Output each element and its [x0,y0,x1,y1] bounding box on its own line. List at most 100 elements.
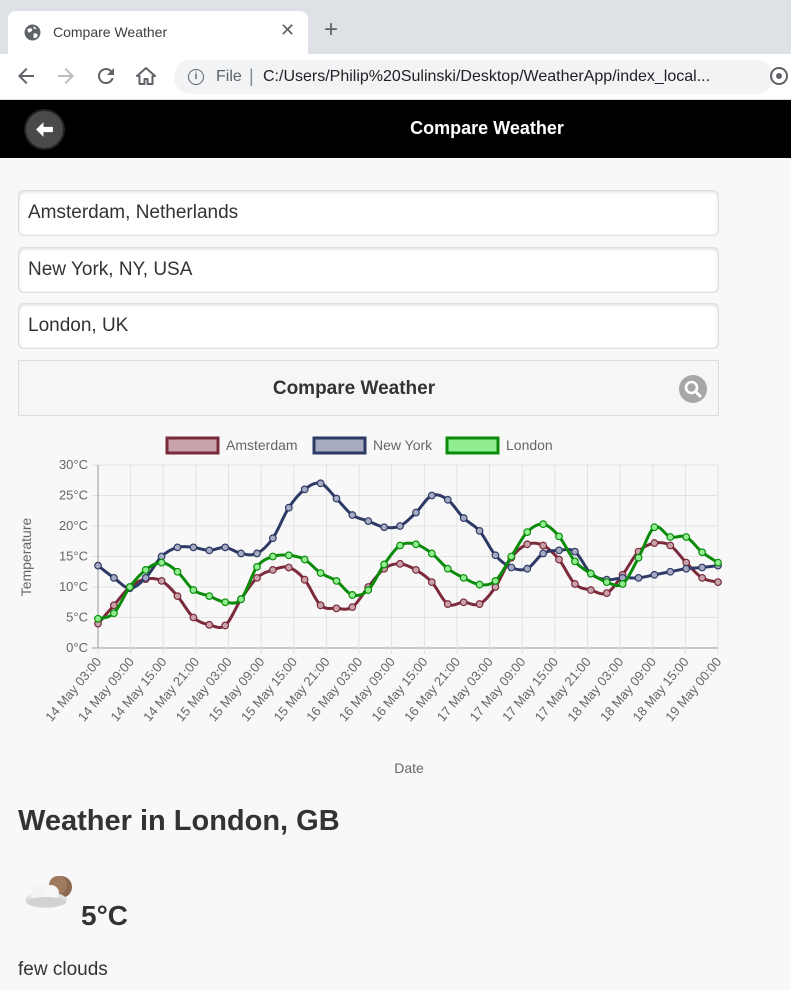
globe-icon [24,24,41,41]
weather-title: Weather in London, GB [18,805,340,837]
data-point-new-york [396,522,404,530]
data-point-amsterdam [300,575,309,584]
y-tick-label: 25°C [59,488,88,503]
data-point-amsterdam [189,613,198,622]
y-tick-label: 20°C [59,518,88,533]
home-icon[interactable] [134,64,158,88]
url-text[interactable]: C:/Users/Philip%20Sulinski/Desktop/Weath… [263,68,763,86]
data-point-london [268,552,277,561]
data-point-new-york [427,491,436,500]
data-point-london [173,567,182,576]
data-point-amsterdam [459,598,468,607]
data-point-london [412,540,420,549]
new-tab-button[interactable]: + [324,18,338,42]
info-icon[interactable]: i [188,69,204,85]
y-tick-label: 15°C [59,549,88,564]
y-tick-label: 30°C [59,457,88,472]
city-input-2[interactable] [18,247,719,293]
browser-tab[interactable]: Compare Weather ✕ [8,11,308,54]
data-point-new-york [94,561,102,570]
data-point-amsterdam [539,541,548,550]
current-temperature: 5°C [81,900,128,931]
data-point-london [666,533,675,541]
data-point-new-york [316,479,325,488]
data-point-amsterdam [427,578,436,587]
data-point-london [332,576,341,585]
page-title: Compare Weather [410,118,564,138]
data-point-london [316,569,325,577]
data-point-new-york [523,564,532,573]
y-tick-label: 10°C [59,579,88,594]
few-clouds-icon [25,876,72,908]
data-point-new-york [332,494,341,503]
data-point-new-york [634,573,643,582]
data-point-london [364,586,373,594]
forward-arrow-icon[interactable] [54,64,78,88]
data-point-new-york [539,549,548,558]
data-point-london [491,576,500,585]
data-point-amsterdam [650,539,659,547]
data-point-new-york [698,563,707,572]
data-point-new-york [109,573,118,582]
url-separator: | [249,66,254,86]
data-point-amsterdam [396,559,404,568]
data-point-amsterdam [173,592,182,601]
close-tab-icon[interactable]: ✕ [280,20,295,41]
data-point-london [221,598,230,607]
data-point-london [475,580,484,589]
data-point-london [157,558,166,567]
data-point-london [586,569,595,578]
data-point-new-york [507,563,516,572]
data-point-london [427,549,436,558]
data-point-amsterdam [332,604,341,613]
data-point-london [507,552,516,561]
legend-label: New York [373,437,433,453]
data-point-amsterdam [316,601,325,610]
data-point-new-york [475,526,484,535]
city-input-1[interactable] [18,190,719,236]
compare-weather-button[interactable]: Compare Weather [18,360,719,416]
data-point-london [523,528,532,536]
data-point-new-york [443,495,452,504]
data-point-new-york [348,511,357,519]
data-point-amsterdam [205,620,214,629]
data-point-london [634,553,643,562]
legend-swatch-amsterdam [165,436,220,455]
search-icon [679,375,707,403]
data-point-london [284,551,293,560]
data-point-amsterdam [555,555,563,564]
data-point-amsterdam [157,576,166,585]
reload-icon[interactable] [94,64,118,88]
y-axis-title: Temperature [18,517,34,596]
data-point-london [237,595,245,604]
data-point-london [443,564,452,573]
data-point-amsterdam [602,589,611,598]
location-icon[interactable] [770,67,788,85]
compare-weather-label: Compare Weather [272,378,436,399]
data-point-new-york [205,546,214,555]
city-input-3[interactable] [18,303,719,349]
data-point-london [650,523,659,532]
data-point-new-york [364,517,373,526]
data-point-london [253,562,261,571]
data-point-new-york [459,514,468,522]
data-point-amsterdam [268,566,277,574]
data-point-amsterdam [109,601,118,610]
data-point-new-york [571,547,579,556]
data-point-new-york [173,543,182,552]
data-point-london [682,533,691,541]
address-bar[interactable]: i File | C:/Users/Philip%20Sulinski/Desk… [174,60,774,94]
data-point-london [380,560,389,569]
back-arrow-icon[interactable] [14,64,38,88]
data-point-london [109,609,118,618]
data-point-new-york [189,543,198,552]
data-point-new-york [253,549,261,558]
data-point-amsterdam [221,621,230,630]
data-point-london [300,555,309,564]
browser-tab-title: Compare Weather [53,24,168,40]
data-point-amsterdam [666,541,675,550]
browser-toolbar: i File | C:/Users/Philip%20Sulinski/Desk… [0,54,791,100]
data-point-amsterdam [586,586,595,594]
data-point-amsterdam [443,600,452,608]
data-point-new-york [555,546,563,555]
